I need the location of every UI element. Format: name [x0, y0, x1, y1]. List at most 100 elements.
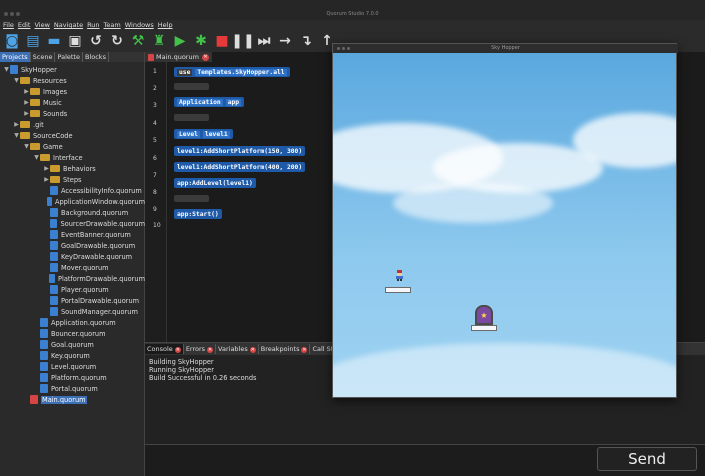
keyword-use: use — [177, 68, 193, 76]
tree-item[interactable]: Bouncer.quorum — [0, 328, 145, 339]
tree-item[interactable]: ▼ Interface — [0, 152, 145, 163]
tree-item[interactable]: AccessibilityInfo.quorum — [0, 185, 145, 196]
code-block-use[interactable]: use Templates.SkyHopper.all — [174, 67, 290, 77]
tree-item[interactable]: ▶ Music — [0, 97, 145, 108]
tree-item[interactable]: Player.quorum — [0, 284, 145, 295]
game-window[interactable]: Sky Hopper ★ — [332, 43, 678, 398]
tab-scene[interactable]: Scene — [31, 52, 56, 62]
tree-item[interactable]: Background.quorum — [0, 207, 145, 218]
step-over-icon[interactable]: ⏭ — [255, 32, 273, 50]
tree-item[interactable]: Main.quorum — [0, 394, 145, 405]
tab-breakpoints[interactable]: Breakpoints ✕ — [259, 344, 311, 354]
build-hammer-icon[interactable]: ⚒ — [129, 32, 147, 50]
tree-item[interactable]: ▶ Steps — [0, 174, 145, 185]
clean-build-icon[interactable]: ♜ — [150, 32, 168, 50]
tree-item[interactable]: ▶ .git — [0, 119, 145, 130]
save-icon[interactable]: ▣ — [66, 32, 84, 50]
menu-file[interactable]: File — [3, 21, 14, 29]
undo-icon[interactable]: ↺ — [87, 32, 105, 50]
pause-icon[interactable]: ❚❚ — [231, 32, 254, 50]
menu-team[interactable]: Team — [104, 21, 121, 29]
tree-item[interactable]: EventBanner.quorum — [0, 229, 145, 240]
code-block-add-platform-2[interactable]: level1:AddShortPlatform(400, 200) — [174, 162, 306, 172]
expand-down-icon[interactable]: ▼ — [33, 154, 40, 161]
tree-item-label: GoalDrawable.quorum — [61, 241, 136, 250]
step-into-icon[interactable]: ↴ — [297, 32, 315, 50]
code-block-add-level[interactable]: app:AddLevel(level1) — [174, 178, 256, 188]
debug-bug-icon[interactable]: ✱ — [192, 32, 210, 50]
tree-item-label: ApplicationWindow.quorum — [54, 197, 145, 206]
close-tab-icon: ✕ — [249, 347, 256, 353]
expand-right-icon[interactable]: ▶ — [43, 176, 50, 183]
tab-console[interactable]: Console ✕ — [145, 344, 184, 354]
step-forward-icon[interactable]: → — [276, 32, 294, 50]
editor-tab-main[interactable]: Main.quorum ✕ — [145, 52, 212, 62]
expand-right-icon[interactable]: ▶ — [23, 88, 30, 95]
tree-item[interactable]: ▼ SkyHopper — [0, 64, 145, 75]
new-file-icon[interactable]: ▤ — [24, 32, 42, 50]
tab-blocks[interactable]: Blocks — [83, 52, 109, 62]
code-block-add-platform-1[interactable]: level1:AddShortPlatform(150, 300) — [174, 146, 306, 156]
expand-down-icon[interactable]: ▼ — [13, 77, 20, 84]
open-folder-icon[interactable]: ▬ — [45, 32, 63, 50]
tree-item[interactable]: ▶ Behaviors — [0, 163, 145, 174]
tree-item[interactable]: Level.quorum — [0, 361, 145, 372]
menu-navigate[interactable]: Navigate — [54, 21, 83, 29]
expand-down-icon[interactable]: ▼ — [13, 132, 20, 139]
expand-right-icon[interactable]: ▶ — [13, 121, 20, 128]
menu-help[interactable]: Help — [158, 21, 173, 29]
redo-icon[interactable]: ↻ — [108, 32, 126, 50]
code-block-start[interactable]: app:Start() — [174, 209, 222, 219]
tree-item[interactable]: ▼ Resources — [0, 75, 145, 86]
tree-item[interactable]: ▶ Sounds — [0, 108, 145, 119]
variable-app: app — [225, 98, 242, 106]
tree-item[interactable]: Platform.quorum — [0, 372, 145, 383]
expand-down-icon[interactable]: ▼ — [3, 66, 10, 73]
game-canvas[interactable]: ★ — [333, 53, 676, 397]
tree-item[interactable]: KeyDrawable.quorum — [0, 251, 145, 262]
tab-palette[interactable]: Palette — [55, 52, 83, 62]
new-project-icon[interactable]: ◙ — [3, 32, 21, 50]
tree-item[interactable]: PlatformDrawable.quorum — [0, 273, 145, 284]
menu-run[interactable]: Run — [87, 21, 99, 29]
tree-item[interactable]: ▼ SourceCode — [0, 130, 145, 141]
tab-projects[interactable]: Projects — [0, 52, 31, 62]
empty-block[interactable] — [174, 114, 209, 121]
close-tab-icon[interactable]: ✕ — [201, 53, 209, 61]
tree-item[interactable]: Goal.quorum — [0, 339, 145, 350]
empty-block[interactable] — [174, 83, 209, 90]
code-block-application[interactable]: Application app — [174, 97, 245, 107]
expand-right-icon[interactable]: ▶ — [23, 99, 30, 106]
tree-item[interactable]: ▶ Images — [0, 86, 145, 97]
platform — [385, 287, 411, 293]
tab-errors[interactable]: Errors ✕ — [184, 344, 217, 354]
folder-icon — [30, 110, 40, 117]
tab-variables[interactable]: Variables ✕ — [216, 344, 259, 354]
tree-item[interactable]: PortalDrawable.quorum — [0, 295, 145, 306]
tree-item[interactable]: Mover.quorum — [0, 262, 145, 273]
expand-right-icon[interactable]: ▶ — [23, 110, 30, 117]
tree-item[interactable]: GoalDrawable.quorum — [0, 240, 145, 251]
tree-item[interactable]: ▼ Game — [0, 141, 145, 152]
run-icon[interactable]: ▶ — [171, 32, 189, 50]
code-block-level[interactable]: Level level1 — [174, 129, 233, 139]
menu-windows[interactable]: Windows — [125, 21, 154, 29]
line-number: 1 — [153, 68, 157, 75]
menu-view[interactable]: View — [34, 21, 49, 29]
tree-item-label: AccessibilityInfo.quorum — [61, 186, 142, 195]
line-number: 8 — [153, 189, 157, 196]
expand-down-icon[interactable]: ▼ — [23, 143, 30, 150]
tree-item[interactable]: SourcerDrawable.quorum — [0, 218, 145, 229]
send-button[interactable]: Send — [597, 447, 697, 471]
tree-item[interactable]: Application.quorum — [0, 317, 145, 328]
tree-item[interactable]: Key.quorum — [0, 350, 145, 361]
menu-edit[interactable]: Edit — [18, 21, 31, 29]
tree-item[interactable]: ApplicationWindow.quorum — [0, 196, 145, 207]
quorum-file-icon — [40, 340, 48, 349]
stop-icon[interactable]: ■ — [213, 32, 231, 50]
empty-block[interactable] — [174, 195, 209, 202]
tree-item[interactable]: SoundManager.quorum — [0, 306, 145, 317]
window-titlebar: Quorum Studio 7.0.0 — [0, 0, 705, 20]
expand-right-icon[interactable]: ▶ — [43, 165, 50, 172]
tree-item[interactable]: Portal.quorum — [0, 383, 145, 394]
